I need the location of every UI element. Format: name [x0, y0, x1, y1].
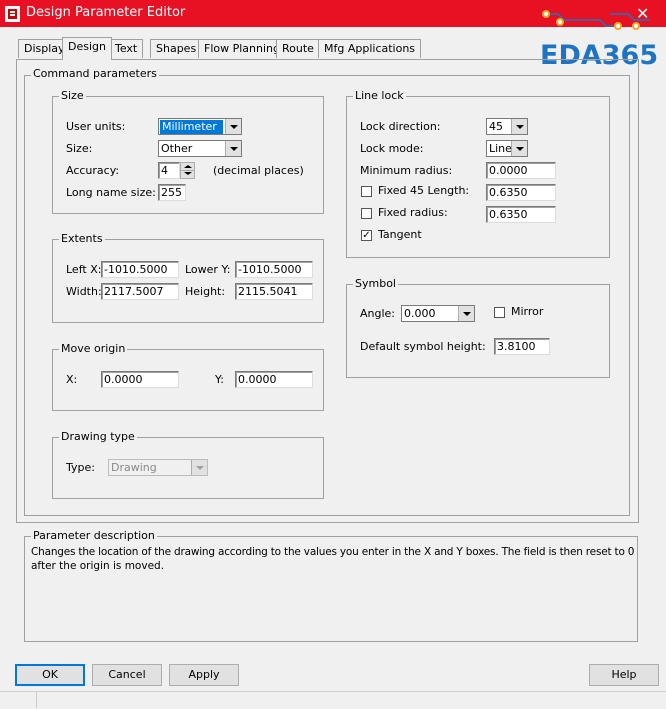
checkmark-icon: ✓ — [362, 230, 371, 241]
drawing-type-label: Type: — [66, 461, 95, 474]
apply-button[interactable]: Apply — [169, 664, 239, 686]
move-origin-group-title: Move origin — [59, 342, 128, 355]
help-button[interactable]: Help — [589, 664, 659, 686]
chevron-down-icon[interactable] — [225, 141, 241, 156]
default-symbol-height-input[interactable]: 3.8100 — [494, 338, 550, 355]
lower-y-label: Lower Y: — [185, 263, 231, 276]
accuracy-spinner[interactable] — [180, 162, 195, 179]
fixed-45-length-label: Fixed 45 Length: — [378, 184, 470, 197]
lock-direction-value: 45 — [489, 120, 503, 133]
mirror-checkbox[interactable] — [494, 307, 505, 318]
minimum-radius-label: Minimum radius: — [360, 164, 453, 177]
chevron-down-icon[interactable] — [511, 141, 527, 156]
status-bar-divider — [36, 692, 37, 708]
user-units-select[interactable]: Millimeter — [158, 118, 242, 135]
default-symbol-height-label: Default symbol height: — [360, 340, 486, 353]
tangent-checkbox[interactable]: ✓ — [361, 230, 372, 241]
height-label: Height: — [185, 285, 226, 298]
drawing-type-select: Drawing — [108, 459, 208, 476]
symbol-group — [346, 284, 610, 378]
parameter-description-line2: after the origin is moved. — [31, 560, 165, 572]
tab-route[interactable]: Route — [276, 39, 320, 58]
symbol-group-title: Symbol — [353, 277, 398, 290]
lock-direction-select[interactable]: 45 — [486, 118, 528, 135]
tab-shapes[interactable]: Shapes — [150, 39, 203, 58]
size-group-title: Size — [59, 89, 86, 102]
chevron-down-icon[interactable] — [225, 119, 241, 134]
tangent-label: Tangent — [378, 228, 422, 241]
origin-y-label: Y: — [215, 373, 224, 386]
origin-y-input[interactable]: 0.0000 — [235, 371, 313, 388]
size-label: Size: — [66, 142, 93, 155]
extents-group-title: Extents — [59, 232, 105, 245]
left-x-input[interactable]: -1010.5000 — [101, 261, 179, 278]
origin-x-input[interactable]: 0.0000 — [101, 371, 179, 388]
size-value: Other — [161, 142, 193, 155]
lock-direction-label: Lock direction: — [360, 120, 441, 133]
lock-mode-label: Lock mode: — [360, 142, 424, 155]
spin-up-icon[interactable] — [184, 165, 192, 168]
minimum-radius-input[interactable]: 0.0000 — [486, 162, 556, 179]
spin-down-icon[interactable] — [184, 172, 192, 175]
chevron-down-icon[interactable] — [458, 306, 474, 321]
window-title: Design Parameter Editor — [26, 5, 186, 20]
long-name-size-label: Long name size: — [66, 186, 156, 199]
mirror-label: Mirror — [511, 305, 544, 318]
chevron-down-icon[interactable] — [511, 119, 527, 134]
extents-group — [52, 239, 324, 323]
fixed-radius-checkbox[interactable] — [361, 208, 372, 219]
tab-design[interactable]: Design — [62, 37, 112, 60]
angle-select[interactable]: 0.000 — [401, 305, 475, 322]
fixed-radius-input[interactable]: 0.6350 — [486, 206, 556, 223]
fixed-45-length-input[interactable]: 0.6350 — [486, 184, 556, 201]
size-select[interactable]: Other — [158, 140, 242, 157]
accuracy-label: Accuracy: — [66, 164, 120, 177]
origin-x-label: X: — [66, 373, 78, 386]
user-units-value: Millimeter — [160, 120, 223, 134]
left-x-label: Left X: — [66, 263, 102, 276]
fixed-radius-label: Fixed radius: — [378, 206, 448, 219]
angle-value: 0.000 — [404, 307, 436, 320]
tab-mfg-applications[interactable]: Mfg Applications — [318, 39, 422, 58]
lower-y-input[interactable]: -1010.5000 — [235, 261, 313, 278]
tab-flow-planning[interactable]: Flow Planning — [198, 39, 286, 58]
ok-button[interactable]: OK — [15, 664, 85, 686]
drawing-type-group-title: Drawing type — [59, 430, 137, 443]
accuracy-input[interactable]: 4 — [158, 162, 180, 179]
cancel-button[interactable]: Cancel — [92, 664, 162, 686]
lock-mode-value: Line — [489, 142, 512, 155]
width-input[interactable]: 2117.5007 — [101, 283, 179, 300]
tab-text[interactable]: Text — [109, 39, 144, 58]
accuracy-suffix: (decimal places) — [213, 164, 304, 177]
app-icon — [5, 6, 20, 22]
status-bar — [0, 691, 666, 709]
line-lock-group-title: Line lock — [353, 89, 406, 102]
logo-circuit-icon — [542, 10, 650, 30]
width-label: Width: — [66, 285, 102, 298]
drawing-type-value: Drawing — [111, 461, 157, 474]
user-units-label: User units: — [66, 120, 126, 133]
command-parameters-title: Command parameters — [31, 67, 159, 80]
height-input[interactable]: 2115.5041 — [235, 283, 313, 300]
fixed-45-length-checkbox[interactable] — [361, 186, 372, 197]
parameter-description-title: Parameter description — [31, 529, 157, 542]
chevron-down-icon — [191, 460, 207, 475]
lock-mode-select[interactable]: Line — [486, 140, 528, 157]
angle-label: Angle: — [360, 307, 396, 320]
long-name-size-input[interactable]: 255 — [158, 184, 186, 201]
parameter-description-line1: Changes the location of the drawing acco… — [31, 546, 635, 558]
